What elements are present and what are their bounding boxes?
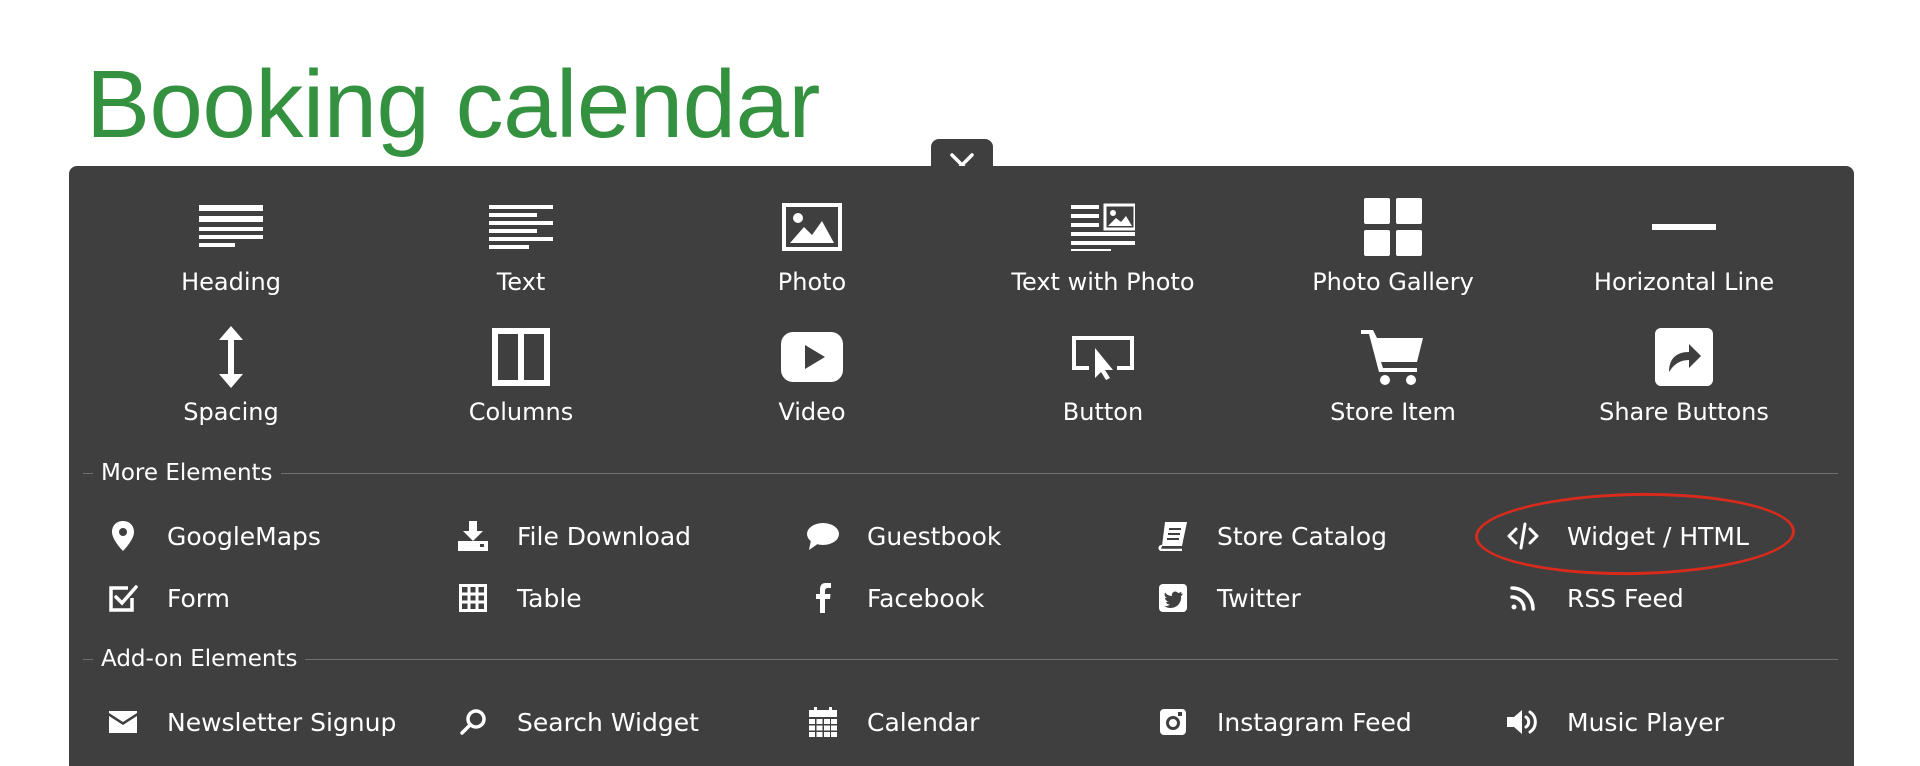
more-elements-header: More Elements <box>83 458 1838 488</box>
envelope-icon <box>109 711 137 733</box>
store-catalog-element[interactable]: Store Catalog <box>1155 514 1387 558</box>
tile-label: Button <box>1062 398 1144 426</box>
element-label: Music Player <box>1567 707 1724 737</box>
map-pin-icon <box>112 521 134 551</box>
instagram-icon <box>1160 709 1186 735</box>
tile-label: Horizontal Line <box>1593 268 1775 296</box>
checkbox-icon <box>109 585 138 612</box>
file-download-element[interactable]: File Download <box>455 514 691 558</box>
guestbook-element[interactable]: Guestbook <box>805 514 1001 558</box>
section-title: More Elements <box>93 458 281 488</box>
more-elements-row-1: GoogleMaps File Download Guestbook Store… <box>69 514 1854 558</box>
heading-element[interactable]: Heading <box>111 196 351 306</box>
element-label: Search Widget <box>517 707 699 737</box>
tile-label: Photo <box>777 268 847 296</box>
widget-html-element[interactable]: Widget / HTML <box>1505 514 1749 558</box>
rss-feed-element[interactable]: RSS Feed <box>1505 576 1684 620</box>
element-label: Guestbook <box>867 521 1002 551</box>
form-element[interactable]: Form <box>105 576 230 620</box>
search-widget-element[interactable]: Search Widget <box>455 700 699 744</box>
section-divider <box>83 473 1838 474</box>
table-element[interactable]: Table <box>455 576 582 620</box>
button-icon <box>1072 336 1134 380</box>
store-item-element[interactable]: Store Item <box>1273 326 1513 436</box>
tile-label: Columns <box>468 398 574 426</box>
tile-label: Text <box>496 268 546 296</box>
element-label: Table <box>517 583 582 613</box>
more-elements-row-2: Form Table Facebook Twitter RSS Feed <box>69 576 1854 620</box>
video-icon <box>781 332 843 382</box>
book-icon <box>1158 522 1187 551</box>
horizontal-line-icon <box>1652 224 1716 230</box>
element-label: Store Catalog <box>1217 521 1388 551</box>
element-label: Calendar <box>867 707 980 737</box>
element-label: Widget / HTML <box>1567 521 1749 551</box>
horizontal-line-element[interactable]: Horizontal Line <box>1564 196 1804 306</box>
element-label: File Download <box>517 521 692 551</box>
addon-elements-row: Newsletter Signup Search Widget Calendar <box>69 700 1854 744</box>
element-label: GoogleMaps <box>167 521 321 551</box>
search-icon <box>460 709 486 735</box>
twitter-element[interactable]: Twitter <box>1155 576 1301 620</box>
calendar-icon <box>809 707 837 737</box>
rss-icon <box>1510 586 1535 611</box>
element-label: RSS Feed <box>1567 583 1684 613</box>
element-label: Instagram Feed <box>1217 707 1412 737</box>
twitter-icon <box>1159 584 1187 612</box>
text-element[interactable]: Text <box>401 196 641 306</box>
newsletter-signup-element[interactable]: Newsletter Signup <box>105 700 396 744</box>
tile-label: Video <box>778 398 846 426</box>
basic-elements-row-2: Spacing Columns Video Button Store Item … <box>69 326 1854 436</box>
calendar-element[interactable]: Calendar <box>805 700 979 744</box>
music-player-element[interactable]: Music Player <box>1505 700 1724 744</box>
page-title: Booking calendar <box>86 51 820 158</box>
photo-element[interactable]: Photo <box>692 196 932 306</box>
section-title: Add-on Elements <box>93 644 306 674</box>
addon-elements-header: Add-on Elements <box>83 644 1838 674</box>
cart-icon <box>1361 330 1423 385</box>
section-divider <box>83 659 1838 660</box>
facebook-icon <box>816 583 831 613</box>
columns-icon <box>492 328 550 386</box>
tile-label: Heading <box>181 268 281 296</box>
tile-label: Store Item <box>1330 398 1456 426</box>
speech-bubble-icon <box>807 523 839 550</box>
tile-label: Text with Photo <box>1011 268 1195 296</box>
text-with-photo-element[interactable]: Text with Photo <box>983 196 1223 306</box>
photo-gallery-element[interactable]: Photo Gallery <box>1273 196 1513 306</box>
googlemaps-element[interactable]: GoogleMaps <box>105 514 321 558</box>
download-icon <box>458 521 488 551</box>
instagram-feed-element[interactable]: Instagram Feed <box>1155 700 1412 744</box>
add-element-panel: Heading Text Photo Text with Photo Photo… <box>69 166 1854 766</box>
speaker-icon <box>1507 710 1537 734</box>
tile-label: Spacing <box>183 398 279 426</box>
element-label: Newsletter Signup <box>167 707 397 737</box>
basic-elements-row-1: Heading Text Photo Text with Photo Photo… <box>69 196 1854 306</box>
element-label: Facebook <box>867 583 985 613</box>
facebook-element[interactable]: Facebook <box>805 576 984 620</box>
photo-icon <box>782 203 842 251</box>
columns-element[interactable]: Columns <box>401 326 641 436</box>
button-element[interactable]: Button <box>983 326 1223 436</box>
code-icon <box>1507 522 1539 550</box>
tile-label: Share Buttons <box>1599 398 1769 426</box>
share-buttons-element[interactable]: Share Buttons <box>1564 326 1804 436</box>
element-label: Form <box>167 583 230 613</box>
heading-icon <box>199 205 263 247</box>
element-label: Twitter <box>1217 583 1301 613</box>
text-with-photo-icon <box>1071 203 1135 251</box>
spacing-element[interactable]: Spacing <box>111 326 351 436</box>
photo-gallery-icon <box>1364 198 1422 256</box>
spacing-icon <box>219 326 243 388</box>
table-icon <box>459 584 487 612</box>
tile-label: Photo Gallery <box>1312 268 1474 296</box>
share-icon <box>1655 328 1713 386</box>
text-icon <box>489 205 553 249</box>
video-element[interactable]: Video <box>692 326 932 436</box>
